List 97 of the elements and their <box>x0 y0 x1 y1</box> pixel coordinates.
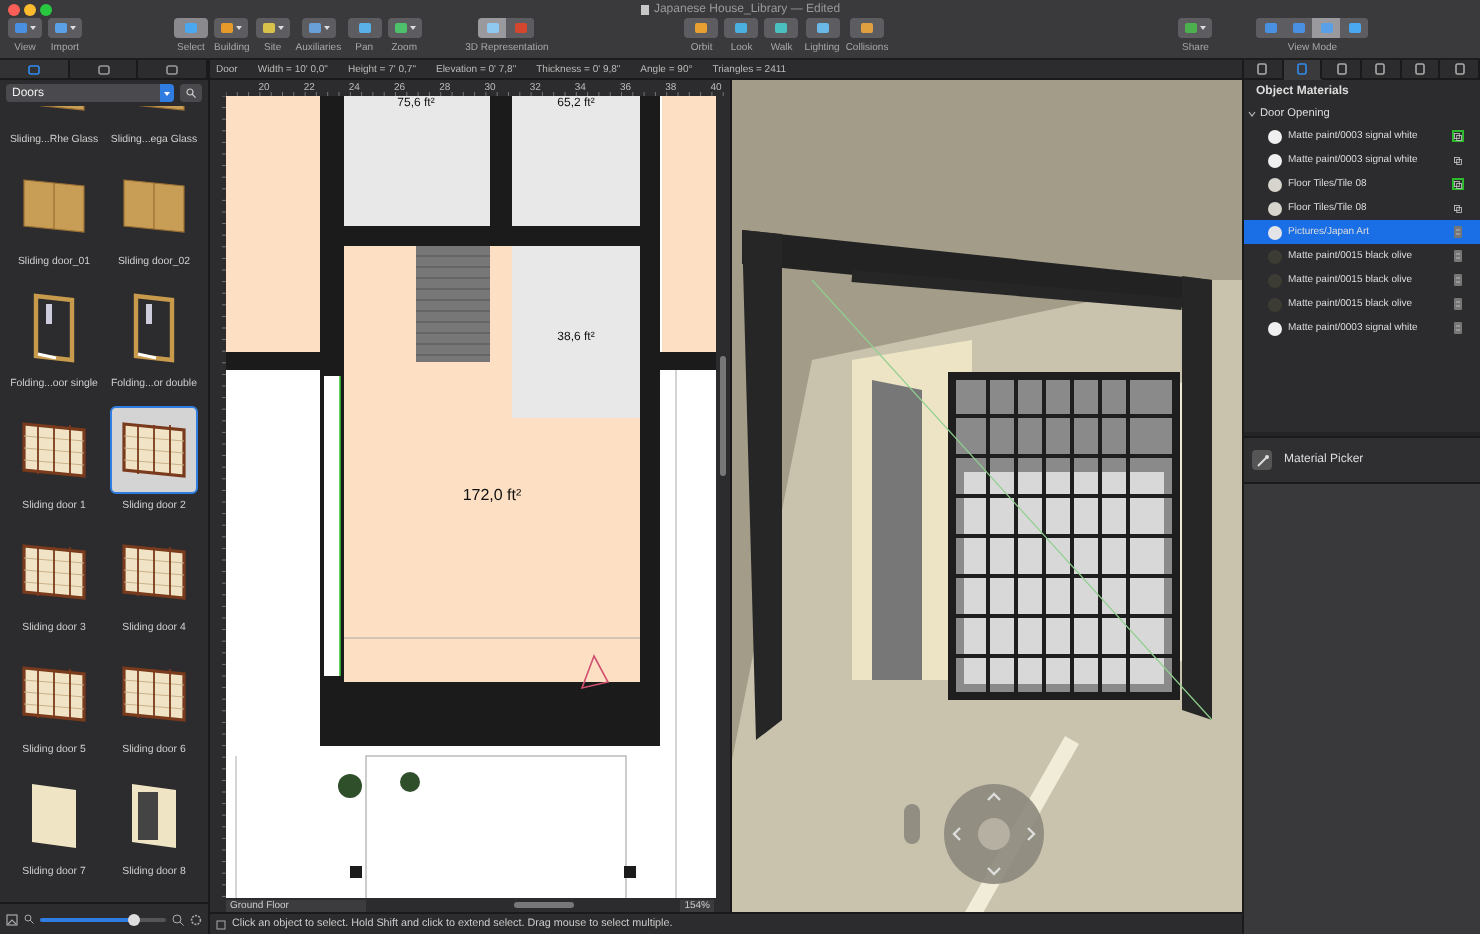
zoom-out-icon[interactable] <box>24 914 34 924</box>
toolbar-icon <box>357 22 372 34</box>
tab-icon <box>1453 62 1466 76</box>
toolbar-icon <box>1184 22 1199 34</box>
door-thumbnail <box>20 664 88 724</box>
caret-icon <box>277 26 284 30</box>
toolbar-icon <box>54 22 68 34</box>
document-icon <box>639 3 650 15</box>
toolbar-icon <box>393 22 408 34</box>
inspector-tab[interactable] <box>1440 60 1480 80</box>
search-icon <box>186 88 196 98</box>
toolbar-icon <box>860 22 875 34</box>
area-label: 172,0 ft² <box>462 486 522 504</box>
copy-icon <box>1454 155 1462 165</box>
door-thumbnail <box>120 664 188 724</box>
copy-button[interactable] <box>1452 202 1464 214</box>
door-thumbnail <box>120 542 188 602</box>
door-thumbnail <box>132 292 176 364</box>
tab-icon <box>1374 62 1387 76</box>
caret-icon <box>30 26 36 30</box>
copy-icon <box>1454 131 1462 141</box>
search-button[interactable] <box>180 84 202 102</box>
inspector-tab[interactable] <box>1401 60 1441 80</box>
toolbar-icon <box>184 22 198 34</box>
door-thumbnail <box>120 176 188 236</box>
caret-icon <box>409 26 416 30</box>
toolbar-icon <box>261 22 276 34</box>
panel-tab[interactable] <box>0 60 70 78</box>
copy-button[interactable] <box>1452 154 1464 166</box>
door-thumbnail <box>20 420 88 480</box>
copy-button[interactable] <box>1452 130 1464 142</box>
copy-icon <box>1454 203 1462 213</box>
adjust-button[interactable] <box>1452 322 1464 334</box>
tab-icon <box>27 63 40 75</box>
minimize-button[interactable] <box>24 3 36 15</box>
chevron-icon <box>1248 110 1256 118</box>
toolbar-button[interactable] <box>805 18 840 38</box>
caret-icon <box>70 26 76 30</box>
status-icon <box>216 919 226 929</box>
tab-icon <box>97 63 109 75</box>
toolbar-icon <box>307 22 322 34</box>
copy-icon <box>1454 179 1462 189</box>
toolbar-button[interactable] <box>724 18 759 38</box>
toolbar-menu-button[interactable] <box>387 18 422 38</box>
toolbar-icon <box>14 22 28 34</box>
caret-icon <box>236 26 243 30</box>
tab-icon <box>1414 62 1427 76</box>
toolbar-button[interactable] <box>684 18 719 38</box>
stack-icon <box>1454 322 1462 334</box>
close-button[interactable] <box>8 3 20 15</box>
inspector-tab[interactable] <box>1322 60 1363 80</box>
tab-icon <box>1256 62 1269 76</box>
zoom-in-icon[interactable] <box>172 913 184 925</box>
toolbar-menu-button[interactable] <box>255 18 290 38</box>
door-thumbnail <box>28 780 80 852</box>
picture-icon[interactable] <box>6 913 18 925</box>
door-thumbnail <box>120 420 188 480</box>
eyedropper-icon <box>1255 453 1269 467</box>
door-thumbnail <box>20 542 88 602</box>
toolbar-button[interactable] <box>764 18 799 38</box>
door-thumbnail <box>20 176 88 236</box>
caret-icon <box>323 26 330 30</box>
tab-icon <box>166 63 179 75</box>
door-thumbnail <box>32 292 76 364</box>
toolbar-menu-button[interactable] <box>48 18 82 38</box>
stack-icon <box>1454 298 1462 310</box>
toolbar-menu-button[interactable] <box>301 18 336 38</box>
maximize-button[interactable] <box>40 3 52 15</box>
settings-icon[interactable] <box>190 913 202 925</box>
toolbar-button[interactable] <box>850 18 885 38</box>
tab-icon <box>1296 62 1308 76</box>
caret-icon <box>1200 26 1207 30</box>
scrollbar[interactable] <box>514 902 574 908</box>
stack-icon <box>1454 274 1462 286</box>
toolbar-menu-button[interactable] <box>1178 18 1213 38</box>
toolbar-icon <box>220 22 235 34</box>
toolbar-icon <box>815 22 830 34</box>
adjust-button[interactable] <box>1452 274 1464 286</box>
adjust-button[interactable] <box>1452 298 1464 310</box>
eyedropper-button[interactable] <box>1252 450 1272 470</box>
copy-button[interactable] <box>1452 178 1464 190</box>
tab-icon <box>1335 62 1348 76</box>
scrollbar[interactable] <box>720 356 726 476</box>
caret-icon <box>164 91 170 95</box>
segment-button[interactable] <box>478 18 507 38</box>
inspector-tab[interactable] <box>1362 60 1402 80</box>
toolbar-button[interactable] <box>347 18 382 38</box>
stack-icon <box>1454 250 1462 262</box>
door-thumbnail <box>128 780 180 852</box>
toolbar-icon <box>774 22 789 34</box>
toolbar-icon <box>694 22 709 34</box>
toolbar-icon <box>734 22 749 34</box>
toolbar-menu-button[interactable] <box>214 18 249 38</box>
inspector-tab[interactable] <box>1283 60 1323 80</box>
inspector-tab[interactable] <box>1244 60 1284 80</box>
stack-icon <box>1454 226 1462 238</box>
adjust-button[interactable] <box>1452 250 1464 262</box>
